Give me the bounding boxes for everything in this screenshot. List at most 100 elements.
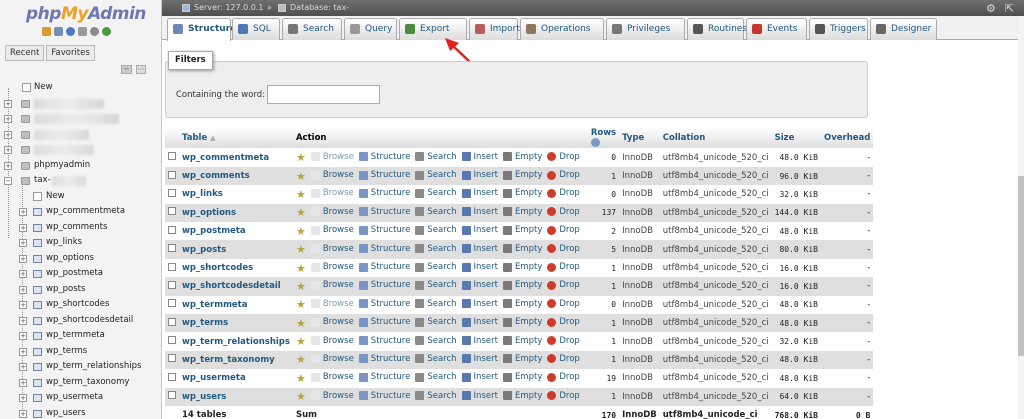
row-checkbox[interactable] bbox=[168, 336, 176, 345]
tree-new-database[interactable]: New bbox=[4, 80, 160, 96]
logout-icon[interactable] bbox=[54, 27, 63, 36]
browse-action[interactable]: Browse bbox=[310, 354, 354, 364]
tree-table-item[interactable]: + wp_termmeta bbox=[4, 328, 160, 344]
search-action[interactable]: Search bbox=[415, 170, 457, 180]
header-overhead[interactable]: Overhead bbox=[820, 128, 874, 149]
tab-designer[interactable]: Designer bbox=[870, 18, 937, 40]
expand-icon[interactable]: + bbox=[19, 394, 27, 402]
insert-action[interactable]: Insert bbox=[461, 336, 498, 346]
insert-action[interactable]: Insert bbox=[461, 372, 498, 382]
size[interactable]: 48.0 KiB bbox=[771, 314, 821, 333]
search-action[interactable]: Search bbox=[415, 262, 457, 272]
row-checkbox[interactable] bbox=[168, 262, 176, 271]
structure-action[interactable]: Structure bbox=[358, 188, 410, 198]
favorite-star-icon[interactable]: ★ bbox=[296, 353, 306, 366]
favorite-star-icon[interactable]: ★ bbox=[296, 390, 306, 403]
browse-action[interactable]: Browse bbox=[310, 372, 354, 382]
structure-action[interactable]: Structure bbox=[358, 244, 410, 254]
insert-action[interactable]: Insert bbox=[461, 262, 498, 272]
favorite-star-icon[interactable]: ★ bbox=[296, 170, 306, 183]
browse-action[interactable]: Browse bbox=[310, 207, 354, 217]
tree-table-item[interactable]: + wp_terms bbox=[4, 344, 160, 360]
browse-action[interactable]: Browse bbox=[310, 280, 354, 290]
row-checkbox[interactable] bbox=[168, 207, 176, 216]
tab-operations[interactable]: Operations bbox=[520, 18, 604, 40]
row-checkbox[interactable] bbox=[168, 280, 176, 289]
empty-action[interactable]: Empty bbox=[502, 207, 542, 217]
tree-database-hidden[interactable]: + bbox=[4, 111, 160, 127]
structure-action[interactable]: Structure bbox=[358, 336, 410, 346]
structure-action[interactable]: Structure bbox=[358, 262, 410, 272]
tab-events[interactable]: Events bbox=[746, 18, 807, 40]
empty-action[interactable]: Empty bbox=[502, 188, 542, 198]
browse-action[interactable]: Browse bbox=[310, 317, 354, 327]
drop-action[interactable]: Drop bbox=[547, 299, 580, 309]
table-name-link[interactable]: wp_termmeta bbox=[182, 300, 248, 310]
expand-icon[interactable]: + bbox=[19, 270, 27, 278]
favorite-star-icon[interactable]: ★ bbox=[296, 262, 306, 275]
size[interactable]: 32.0 KiB bbox=[771, 332, 821, 351]
docs-icon[interactable] bbox=[78, 27, 87, 36]
tree-table-item[interactable]: + wp_comments bbox=[4, 220, 160, 236]
expand-icon[interactable]: + bbox=[19, 378, 27, 387]
link-icon[interactable]: ⋯ bbox=[136, 65, 146, 74]
table-name-link[interactable]: wp_term_relationships bbox=[182, 337, 290, 347]
search-action[interactable]: Search bbox=[415, 299, 457, 309]
search-action[interactable]: Search bbox=[415, 280, 457, 290]
size[interactable]: 144.0 KiB bbox=[771, 203, 821, 223]
favorite-star-icon[interactable]: ★ bbox=[296, 280, 306, 293]
empty-action[interactable]: Empty bbox=[502, 262, 542, 272]
drop-action[interactable]: Drop bbox=[547, 317, 580, 327]
tree-table-item[interactable]: + wp_usermeta bbox=[4, 390, 160, 406]
search-action[interactable]: Search bbox=[415, 244, 457, 254]
tree-table-item[interactable]: + wp_links bbox=[4, 235, 160, 251]
insert-action[interactable]: Insert bbox=[461, 207, 498, 217]
tree-database-tax[interactable]: − tax- bbox=[4, 173, 160, 189]
drop-action[interactable]: Drop bbox=[547, 188, 580, 198]
row-checkbox[interactable] bbox=[168, 372, 176, 381]
favorite-star-icon[interactable]: ★ bbox=[296, 317, 306, 330]
search-action[interactable]: Search bbox=[415, 336, 457, 346]
tab-triggers[interactable]: Triggers bbox=[809, 18, 868, 40]
structure-action[interactable]: Structure bbox=[358, 207, 410, 217]
browse-action[interactable]: Browse bbox=[310, 391, 354, 401]
table-name-link[interactable]: wp_commentmeta bbox=[182, 153, 269, 163]
structure-action[interactable]: Structure bbox=[358, 317, 410, 327]
settings-icon[interactable] bbox=[90, 27, 99, 36]
tree-table-item[interactable]: + wp_users bbox=[4, 406, 160, 419]
favorites-tab[interactable]: Favorites bbox=[46, 45, 95, 61]
row-checkbox[interactable] bbox=[168, 152, 176, 161]
table-name-link[interactable]: wp_posts bbox=[182, 245, 226, 255]
row-checkbox[interactable] bbox=[168, 188, 176, 197]
tree-database-hidden[interactable]: + bbox=[4, 142, 160, 158]
structure-action[interactable]: Structure bbox=[358, 299, 410, 309]
tree-database-phpmyadmin[interactable]: + phpmyadmin bbox=[4, 158, 160, 174]
drop-action[interactable]: Drop bbox=[547, 336, 580, 346]
insert-action[interactable]: Insert bbox=[461, 225, 498, 235]
expand-icon[interactable]: + bbox=[19, 254, 27, 263]
browse-action[interactable]: Browse bbox=[310, 262, 354, 272]
structure-action[interactable]: Structure bbox=[358, 170, 410, 180]
tab-privileges[interactable]: Privileges bbox=[606, 18, 685, 40]
empty-action[interactable]: Empty bbox=[502, 372, 542, 382]
table-name-link[interactable]: wp_comments bbox=[182, 171, 250, 181]
expand-icon[interactable]: + bbox=[19, 239, 27, 247]
favorite-star-icon[interactable]: ★ bbox=[296, 335, 306, 348]
empty-action[interactable]: Empty bbox=[502, 336, 542, 346]
expand-icon[interactable]: + bbox=[4, 130, 12, 139]
table-name-link[interactable]: wp_shortcodesdetail bbox=[182, 281, 281, 291]
row-checkbox[interactable] bbox=[168, 244, 176, 253]
expand-icon[interactable]: + bbox=[19, 301, 27, 309]
tree-table-item[interactable]: + wp_term_relationships bbox=[4, 359, 160, 375]
tree-table-item[interactable]: + wp_postmeta bbox=[4, 266, 160, 282]
empty-action[interactable]: Empty bbox=[502, 152, 542, 162]
search-action[interactable]: Search bbox=[415, 317, 457, 327]
size[interactable]: 16.0 KiB bbox=[771, 258, 821, 278]
size[interactable]: 48.0 KiB bbox=[771, 369, 821, 388]
filter-input[interactable] bbox=[267, 85, 380, 104]
insert-action[interactable]: Insert bbox=[461, 188, 498, 198]
tab-search[interactable]: Search bbox=[282, 18, 342, 40]
table-name-link[interactable]: wp_term_taxonomy bbox=[182, 355, 275, 365]
empty-action[interactable]: Empty bbox=[502, 244, 542, 254]
size[interactable]: 96.0 KiB bbox=[771, 166, 821, 186]
